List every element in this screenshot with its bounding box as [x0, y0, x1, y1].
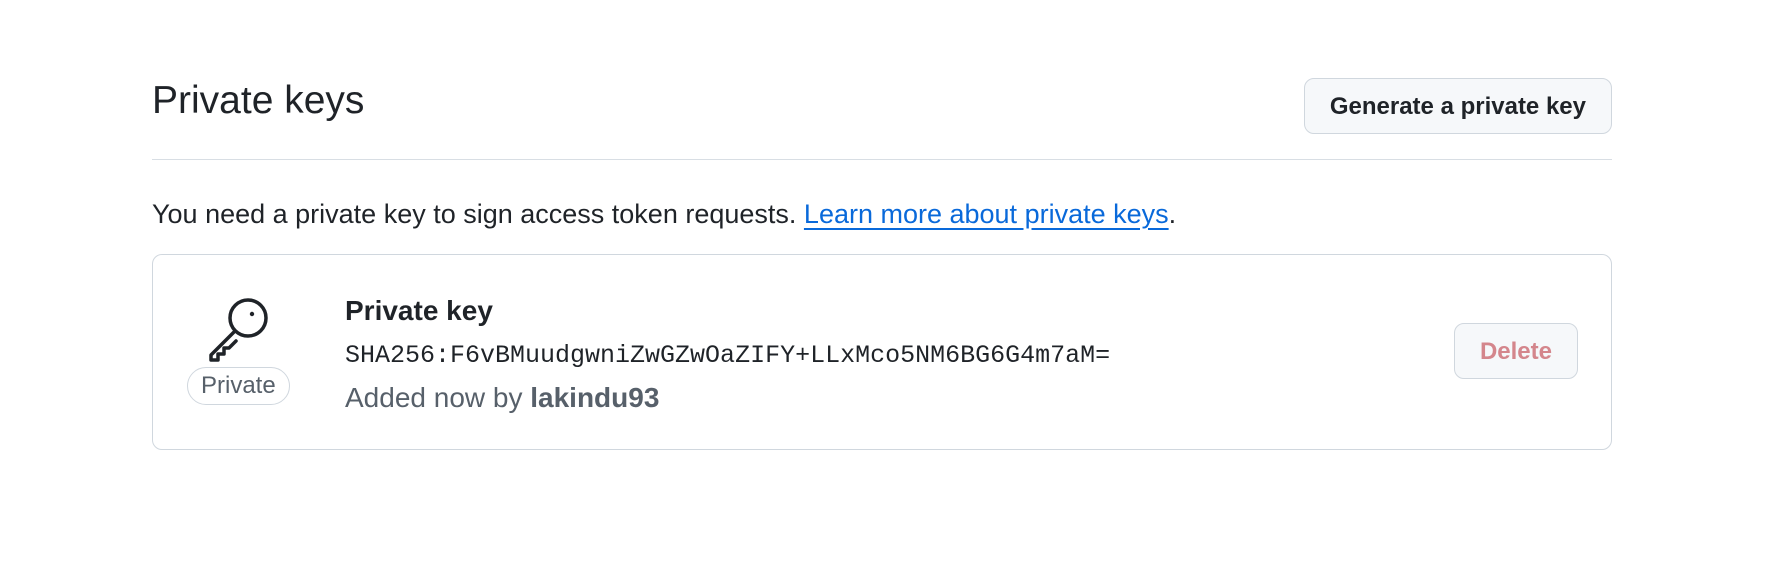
section-header: Private keys Generate a private key: [152, 78, 1612, 160]
description-trailing: .: [1168, 199, 1177, 229]
key-icon: [209, 298, 268, 362]
private-keys-page: Private keys Generate a private key You …: [0, 0, 1765, 561]
key-name: Private key: [345, 295, 493, 326]
added-prefix: Added now by: [345, 382, 523, 413]
key-fingerprint: SHA256:F6vBMuudgwniZwGZwOaZIFY+LLxMco5NM…: [345, 341, 1111, 370]
key-added-info: Added now by lakindu93: [345, 379, 659, 417]
section-description: You need a private key to sign access to…: [152, 194, 1176, 234]
description-text: You need a private key to sign access to…: [152, 199, 797, 229]
learn-more-link[interactable]: Learn more about private keys: [804, 199, 1169, 229]
generate-private-key-button[interactable]: Generate a private key: [1303, 78, 1612, 134]
visibility-badge: Private: [187, 367, 290, 405]
added-by-user: lakindu93: [530, 382, 660, 413]
delete-key-button[interactable]: Delete: [1453, 323, 1578, 379]
private-key-item: Private Private key SHA256:F6vBMuudgwniZ…: [152, 254, 1612, 450]
page-title: Private keys: [152, 79, 365, 122]
